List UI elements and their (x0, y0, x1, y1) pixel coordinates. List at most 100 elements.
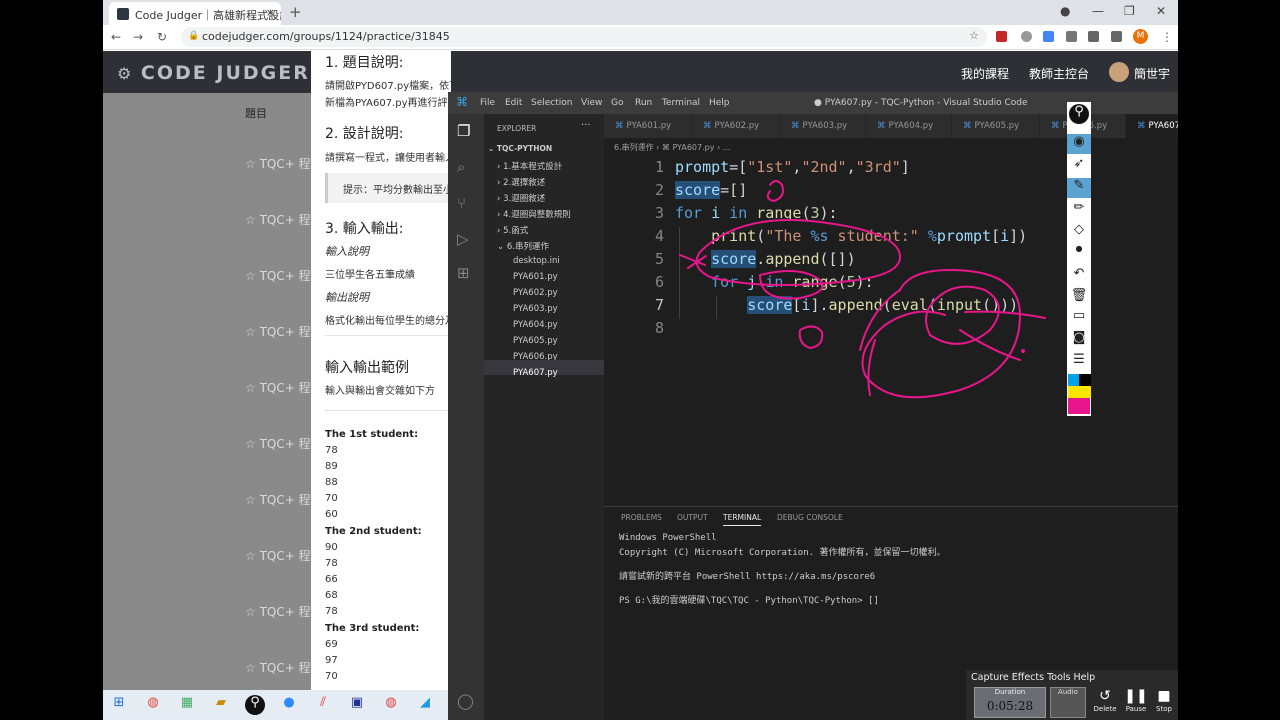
file-item[interactable]: PYA605.py (513, 336, 558, 346)
workspace-root[interactable]: ⌄ TQC-PYTHON (488, 144, 552, 153)
folder-item[interactable]: › 1.基本程式設計 (497, 160, 562, 172)
problem-list-item[interactable]: ☆ TQC+ 程 (245, 267, 311, 284)
tab-close-icon[interactable]: × (266, 6, 275, 19)
folder-item[interactable]: › 5.函式 (497, 224, 528, 236)
problem-list-item[interactable]: ☆ TQC+ 程 (245, 435, 311, 452)
folder-item[interactable]: ⌄ 6.串列運作 (497, 240, 549, 252)
panel-tab-output[interactable]: OUTPUT (677, 513, 708, 522)
new-tab-button[interactable]: + (289, 3, 302, 21)
pen-logo-icon[interactable]: ⚲ (1069, 104, 1089, 124)
extension-icon[interactable] (996, 31, 1007, 42)
file-explorer-icon[interactable]: ▰ (211, 695, 231, 715)
minimize-icon[interactable]: — (1092, 4, 1104, 18)
terminal-prompt[interactable]: PS G:\我的雲端硬碟\TQC\TQC - Python\TQC-Python… (619, 593, 879, 606)
extension-icon[interactable] (1088, 31, 1099, 42)
eraser-icon[interactable]: ◇ (1067, 222, 1091, 242)
window-close-icon[interactable]: ✕ (1156, 4, 1166, 18)
extensions-icon[interactable]: ⊞ (457, 264, 470, 282)
chrome-icon[interactable]: ◍ (381, 695, 401, 715)
panel-tab-problems[interactable]: PROBLEMS (621, 513, 662, 522)
problem-list-item[interactable]: ☆ TQC+ 程 (245, 659, 311, 676)
panel-tab-terminal[interactable]: TERMINAL (723, 513, 762, 526)
panel-tab-debug-console[interactable]: DEBUG CONSOLE (777, 513, 843, 522)
folder-item[interactable]: › 3.迴圈敘述 (497, 192, 545, 204)
code-line-3[interactable]: for i in range(3): (675, 204, 838, 222)
menu-selection[interactable]: Selection (531, 98, 572, 108)
editor-tab[interactable]: ⌘ PYA604.py (866, 114, 952, 138)
problem-list-item[interactable]: ☆ TQC+ 程 (245, 323, 311, 340)
file-item-selected[interactable]: PYA607.py (513, 368, 558, 378)
menu-help[interactable]: Help (709, 98, 730, 108)
problem-list-item[interactable]: ☆ TQC+ 程 (245, 211, 311, 228)
notes-icon[interactable]: ☰ (1067, 352, 1091, 372)
editor-tab[interactable]: ⌘ PYA605.py (952, 114, 1040, 138)
menu-edit[interactable]: Edit (505, 98, 522, 108)
forward-icon[interactable]: → (133, 30, 143, 44)
problem-list-item[interactable]: ☆ TQC+ 程 (245, 491, 311, 508)
editor-tab[interactable]: ⌘ PYA601.py (604, 114, 692, 138)
nav-my-courses[interactable]: 我的課程 (961, 65, 1009, 82)
menu-view[interactable]: View (581, 98, 602, 108)
breadcrumb[interactable]: 6.串列運作 › ⌘ PYA607.py › ... (614, 142, 730, 153)
color-swatch-magenta[interactable] (1068, 398, 1090, 414)
camera-icon[interactable]: ◙ (1067, 330, 1091, 350)
delete-button[interactable]: ↺ Delete (1092, 688, 1118, 713)
editor-tab[interactable]: ⌘ PYA603.py (780, 114, 866, 138)
puzzle-icon[interactable] (1111, 31, 1122, 42)
site-logo[interactable]: ⚙ CODE JUDGER (117, 62, 310, 84)
chrome-icon[interactable]: ◍ (143, 695, 163, 715)
menu-terminal[interactable]: Terminal (662, 98, 700, 108)
stop-button[interactable]: ■ Stop (1151, 688, 1177, 713)
problem-list-item[interactable]: ☆ TQC+ 程 (245, 155, 311, 172)
file-item[interactable]: PYA603.py (513, 304, 558, 314)
pen-icon[interactable]: ✏ (1067, 200, 1091, 220)
folder-item[interactable]: › 4.迴圈與整數規則 (497, 208, 571, 220)
code-line-5[interactable]: score.append([]) (675, 250, 856, 268)
translate-icon[interactable] (1043, 31, 1054, 42)
explorer-icon[interactable]: ❐ (457, 122, 470, 140)
undo-icon[interactable]: ↶ (1067, 266, 1091, 286)
pen-app-icon[interactable]: ⚲ (245, 695, 265, 715)
nav-teacher-console[interactable]: 教師主控台 (1029, 65, 1089, 82)
app-icon[interactable]: ⫽ (313, 695, 333, 715)
trash-icon[interactable]: 🗑 (1067, 288, 1091, 308)
extension-icon[interactable] (1066, 31, 1077, 42)
explorer-more-icon[interactable]: ··· (581, 120, 591, 131)
code-line-7[interactable]: score[i].append(eval(input())) (675, 296, 1018, 314)
profile-avatar[interactable]: M (1133, 29, 1148, 44)
menu-dots-icon[interactable]: ⋮ (1161, 30, 1173, 44)
reload-icon[interactable]: ↻ (157, 30, 167, 44)
color-swatch-black[interactable] (1079, 374, 1091, 386)
pause-button[interactable]: ❚❚ Pause (1123, 688, 1149, 713)
code-line-6[interactable]: for j in range(5): (675, 273, 874, 291)
account-icon[interactable]: ◯ (457, 692, 474, 710)
problem-list-item[interactable]: ☆ TQC+ 程 (245, 603, 311, 620)
problem-list-item[interactable]: ☆ TQC+ 程 (245, 379, 311, 396)
problem-list-item[interactable]: ☆ TQC+ 程 (245, 547, 311, 564)
file-item[interactable]: PYA601.py (513, 272, 558, 282)
source-control-icon[interactable]: ⑂ (457, 194, 466, 212)
star-icon[interactable]: ☆ (969, 29, 979, 42)
menu-run[interactable]: Run (635, 98, 652, 108)
nav-user-name[interactable]: 簡世宇 (1134, 65, 1170, 82)
code-line-1[interactable]: prompt=["1st","2nd","3rd"] (675, 158, 910, 176)
file-item[interactable]: PYA604.py (513, 320, 558, 330)
restore-icon[interactable]: ❐ (1124, 4, 1135, 18)
code-line-4[interactable]: print("The %s student:" %prompt[i]) (675, 227, 1027, 245)
search-icon[interactable]: ⌕ (457, 158, 465, 176)
eye-icon[interactable]: ◉ (1067, 134, 1091, 154)
profile-menu-icon[interactable]: ● (1060, 4, 1070, 18)
url-field[interactable]: 🔒 codejudger.com/groups/1124/practice/31… (181, 27, 987, 47)
start-icon[interactable]: ⊞ (109, 695, 129, 715)
code-line-2[interactable]: score=[] (675, 181, 747, 199)
editor-tab-active[interactable]: ⌘ PYA607 (1126, 114, 1178, 138)
avatar[interactable] (1109, 62, 1129, 82)
menu-file[interactable]: File (480, 98, 495, 108)
whiteboard-icon[interactable]: ▭ (1067, 308, 1091, 328)
run-debug-icon[interactable]: ▷ (457, 230, 469, 248)
color-swatch-yellow[interactable] (1079, 386, 1091, 398)
extension-icon[interactable] (1021, 31, 1032, 42)
calculator-icon[interactable]: ▦ (177, 695, 197, 715)
browser-tab[interactable]: Code Judger｜高雄新程式設計 × (109, 2, 281, 25)
recorder-menu[interactable]: Capture Effects Tools Help (971, 672, 1095, 683)
